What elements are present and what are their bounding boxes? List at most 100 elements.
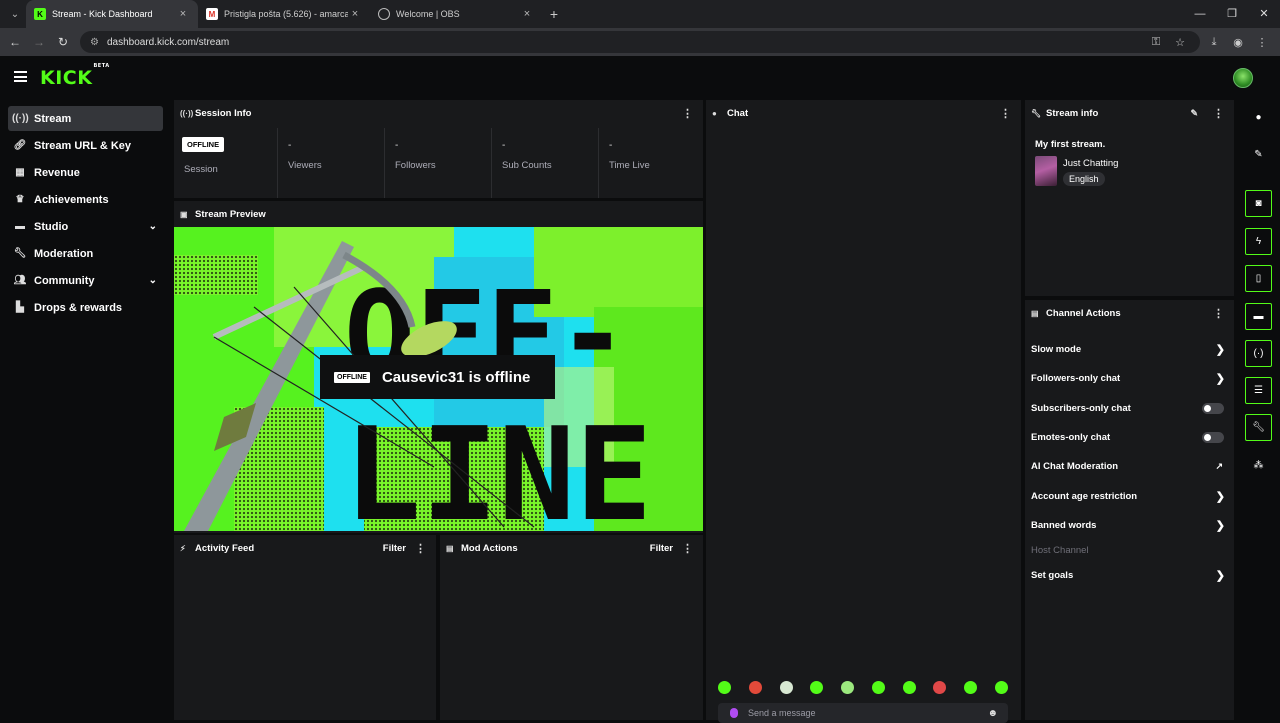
password-key-icon[interactable]: ⚿ [1144,36,1168,49]
emote-icon[interactable] [994,681,1008,694]
emote-icon[interactable] [718,681,731,694]
stat-label: Viewers [288,160,322,171]
session-cell: OFFLINE Session [174,128,278,198]
subscribers-only-toggle[interactable] [1202,402,1224,414]
emote-icon[interactable] [902,681,916,694]
wrench-icon: 🔧︎ [13,248,27,259]
emotes-only-toggle[interactable] [1202,431,1224,443]
action-label: Followers-only chat [1031,372,1121,384]
revenue-icon: ▦ [15,167,25,178]
sidebar-item-stream-url-key[interactable]: 🔗︎ Stream URL & Key [8,133,163,158]
reload-icon[interactable]: ↻ [51,35,75,49]
chat-bubble-icon: ● [712,108,717,118]
tab-search-button[interactable]: ⌄ [4,4,26,24]
time-live-cell: - Time Live [599,128,703,198]
maximize-icon[interactable]: ❐ [1216,0,1248,28]
user-avatar[interactable] [1233,68,1253,88]
kebab-menu-icon[interactable]: ⋮ [682,542,693,555]
kebab-menu-icon[interactable]: ⋮ [415,542,426,555]
close-tab-icon[interactable]: × [348,8,362,20]
site-settings-icon[interactable]: ⚙ [90,37,99,48]
hamburger-menu-icon[interactable] [14,71,27,82]
browser-tab-obs[interactable]: Welcome | OBS × [370,0,542,28]
chat-panel: ● Chat ⋮ [706,100,1021,720]
gmail-favicon-icon: M [206,8,218,20]
set-goals-row[interactable]: Set goals ❯ [1031,564,1231,586]
close-tab-icon[interactable]: × [176,8,190,20]
followers-only-chat-row[interactable]: Followers-only chat ❯ [1031,367,1231,389]
chevron-right-icon: ❯ [1215,343,1225,356]
sidebar-item-drops-rewards[interactable]: ▙ Drops & rewards [8,295,163,320]
close-tab-icon[interactable]: × [520,8,534,20]
broadcast-icon: ((·)) [12,113,29,124]
bolt-icon[interactable]: ϟ [1245,228,1272,255]
browser-actions: ⚿ ☆ ⤓ ◉ ⋮ [1144,28,1274,56]
close-window-icon[interactable]: ✕ [1248,0,1280,28]
banned-words-row[interactable]: Banned words ❯ [1031,514,1231,536]
emote-icon[interactable] [779,681,793,694]
filter-button[interactable]: Filter [383,543,406,554]
chat-placeholder: Send a message [748,708,816,718]
sidebar-item-stream[interactable]: ((·)) Stream [8,106,163,131]
ai-chat-moderation-row[interactable]: AI Chat Moderation ↗ [1031,455,1231,477]
emote-icon[interactable] [933,681,947,694]
filter-button[interactable]: Filter [650,543,673,554]
chevron-right-icon: ❯ [1215,490,1225,503]
capture-icon[interactable]: ◙ [1245,190,1272,217]
chat-bubble-icon[interactable]: ▬ [1245,303,1272,330]
chevron-right-icon: ❯ [1215,519,1225,532]
browser-menu-icon[interactable]: ⋮ [1250,36,1274,49]
sidebar-item-label: Drops & rewards [34,301,123,314]
back-icon[interactable]: ← [3,35,27,49]
layout-icon[interactable]: ☰ [1245,377,1272,404]
art-text-line: LINE [344,401,652,531]
bookmark-star-icon[interactable]: ☆ [1168,36,1192,49]
browser-tab-kick[interactable]: K Stream - Kick Dashboard × [26,0,198,28]
kebab-menu-icon[interactable]: ⋮ [1000,107,1011,120]
pencil-icon[interactable]: ✎ [1190,108,1198,119]
kebab-menu-icon[interactable]: ⋮ [1213,107,1224,120]
wrench-icon[interactable]: 🔧︎ [1245,414,1272,441]
account-age-restriction-row[interactable]: Account age restriction ❯ [1031,485,1231,507]
tab-title: Welcome | OBS [396,9,460,19]
emote-icon[interactable] [748,681,762,694]
kebab-menu-icon[interactable]: ⋮ [1213,307,1224,320]
external-link-icon: ↗ [1215,460,1223,471]
panel-header: ● Chat ⋮ [706,100,1021,126]
new-tab-button[interactable]: + [542,6,566,22]
minimize-icon[interactable]: — [1184,0,1216,28]
emote-icon[interactable] [810,681,824,694]
clipboard-icon[interactable]: ▯ [1245,265,1272,292]
stat-value: - [502,140,506,151]
channel-actions-icon: ▤ [1031,308,1039,318]
info-icon[interactable]: ● [1245,104,1272,131]
kebab-menu-icon[interactable]: ⋮ [682,107,693,120]
chat-message-input[interactable]: Send a message ☻ [718,703,1008,723]
sidebar-item-moderation[interactable]: 🔧︎ Moderation [8,241,163,266]
slow-mode-row[interactable]: Slow mode ❯ [1031,338,1231,360]
sidebar-item-community[interactable]: 👥︎ Community ⌄ [8,268,163,293]
kick-logo[interactable]: KICKBETA [40,63,110,89]
mod-actions-panel: ▤ Mod Actions Filter ⋮ [440,535,703,720]
emote-icon[interactable] [841,681,855,694]
action-label: AI Chat Moderation [1031,460,1119,472]
forward-icon[interactable]: → [27,35,51,49]
stat-value: - [288,140,292,151]
pencil-icon[interactable]: ✎ [1245,141,1272,168]
microphone-icon[interactable] [730,708,738,718]
action-label: Subscribers-only chat [1031,402,1131,414]
browser-tab-gmail[interactable]: M Pristigla pošta (5.626) - amarca × [198,0,370,28]
emoji-picker-icon[interactable]: ☻ [987,708,998,719]
sidebar-item-studio[interactable]: ▬ Studio ⌄ [8,214,163,239]
sidebar-item-achievements[interactable]: ♛ Achievements [8,187,163,212]
broadcast-icon[interactable]: (·) [1245,340,1272,367]
sidebar-item-revenue[interactable]: ▦ Revenue [8,160,163,185]
download-icon[interactable]: ⤓ [1202,36,1226,49]
address-bar[interactable]: ⚙ dashboard.kick.com/stream [80,31,1200,53]
status-badge: OFFLINE [182,137,225,152]
emote-icon[interactable] [964,681,978,694]
share-icon[interactable]: ⁂ [1245,452,1272,479]
profile-icon[interactable]: ◉ [1226,36,1250,49]
emote-icon[interactable] [871,681,885,694]
link-icon: 🔗︎ [13,140,27,151]
